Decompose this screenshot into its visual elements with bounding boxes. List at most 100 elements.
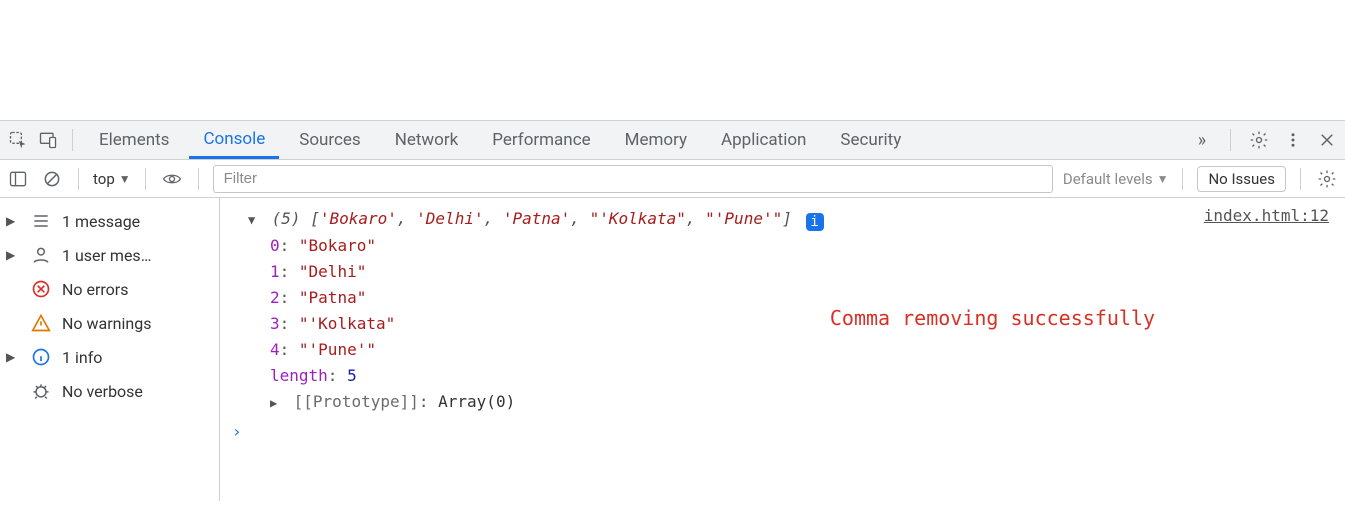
summary-item-4: "'Pune'" xyxy=(705,209,782,228)
separator xyxy=(72,129,73,151)
tab-label: Console xyxy=(203,129,265,149)
sidebar-user-messages[interactable]: ▶ 1 user mes… xyxy=(0,238,219,272)
sidebar-errors[interactable]: No errors xyxy=(0,272,219,306)
issues-label: No Issues xyxy=(1208,170,1275,188)
tab-sources[interactable]: Sources xyxy=(285,121,374,159)
inspect-element-icon[interactable] xyxy=(6,128,30,152)
warning-icon xyxy=(30,312,52,334)
tab-memory[interactable]: Memory xyxy=(611,121,701,159)
log-array-summary[interactable]: ▼ (5) ['Bokaro', 'Delhi', 'Patna', "'Kol… xyxy=(226,206,1333,233)
colon: : xyxy=(280,288,299,307)
more-tabs-icon[interactable]: » xyxy=(1190,128,1214,152)
sidebar-info[interactable]: ▶ 1 info xyxy=(0,340,219,374)
live-expression-eye-icon[interactable] xyxy=(160,167,184,191)
filter-wrap xyxy=(213,165,1053,193)
chevron-down-icon: ▼ xyxy=(119,172,131,186)
expand-arrow-icon: ▶ xyxy=(6,350,20,364)
console-output: index.html:12 Comma removing successfull… xyxy=(220,198,1345,501)
colon: : xyxy=(280,236,299,255)
execution-context-select[interactable]: top ▼ xyxy=(93,170,131,188)
console-toolbar: top ▼ Default levels ▼ No Issues xyxy=(0,160,1345,198)
tab-label: Application xyxy=(721,130,806,150)
devtools-body: ▶ 1 message ▶ 1 user mes… xyxy=(0,198,1345,501)
tab-label: Sources xyxy=(299,130,360,150)
tab-label: Memory xyxy=(625,130,687,150)
levels-label: Default levels xyxy=(1063,170,1153,188)
context-value: top xyxy=(93,170,115,188)
entry-value: "'Pune'" xyxy=(299,340,376,359)
console-prompt[interactable]: › xyxy=(226,416,1333,441)
array-entry[interactable]: 4: "'Pune'" xyxy=(226,337,1333,363)
comma: , xyxy=(686,209,705,228)
console-sidebar: ▶ 1 message ▶ 1 user mes… xyxy=(0,198,220,501)
array-entry[interactable]: 0: "Bokaro" xyxy=(226,233,1333,259)
tab-application[interactable]: Application xyxy=(707,121,820,159)
sidebar-verbose[interactable]: No verbose xyxy=(0,374,219,408)
array-length-row[interactable]: length: 5 xyxy=(226,363,1333,389)
close-devtools-icon[interactable] xyxy=(1315,128,1339,152)
console-settings-gear-icon[interactable] xyxy=(1315,167,1339,191)
issues-chip[interactable]: No Issues xyxy=(1197,166,1286,192)
tab-performance[interactable]: Performance xyxy=(478,121,604,159)
comma: , xyxy=(570,209,589,228)
colon: : xyxy=(280,340,299,359)
array-prototype-row[interactable]: ▶ [[Prototype]]: Array(0) xyxy=(226,389,1333,416)
tab-label: Elements xyxy=(99,130,169,150)
tab-security[interactable]: Security xyxy=(826,121,915,159)
tab-label: Network xyxy=(395,130,459,150)
separator xyxy=(198,168,199,190)
entry-index: 2 xyxy=(270,288,280,307)
separator xyxy=(1182,168,1183,190)
info-badge-icon[interactable]: i xyxy=(806,213,824,231)
sidebar-messages-label: 1 message xyxy=(62,212,140,231)
bracket-close: ] xyxy=(782,209,792,228)
comma: , xyxy=(484,209,503,228)
colon: : xyxy=(328,366,347,385)
page-whitespace xyxy=(0,0,1345,120)
sidebar-messages[interactable]: ▶ 1 message xyxy=(0,204,219,238)
entry-value: "Patna" xyxy=(299,288,366,307)
tab-label: Performance xyxy=(492,130,590,150)
console-filter-input[interactable] xyxy=(213,165,1053,193)
annotation-text: Comma removing successfully xyxy=(830,306,1155,330)
entry-index: 1 xyxy=(270,262,280,281)
length-key: length xyxy=(270,366,328,385)
chevron-down-icon: ▼ xyxy=(1157,172,1169,186)
sidebar-warnings-label: No warnings xyxy=(62,314,151,333)
caret-right-icon: ▶ xyxy=(270,390,284,416)
sidebar-warnings[interactable]: No warnings xyxy=(0,306,219,340)
log-level-select[interactable]: Default levels ▼ xyxy=(1063,170,1169,188)
clear-console-icon[interactable] xyxy=(40,167,64,191)
user-icon xyxy=(30,244,52,266)
sidebar-verbose-label: No verbose xyxy=(62,382,143,401)
array-entry[interactable]: 1: "Delhi" xyxy=(226,259,1333,285)
array-entry[interactable]: 2: "Patna" xyxy=(226,285,1333,311)
summary-item-2: 'Patna' xyxy=(503,209,570,228)
summary-item-3: "'Kolkata" xyxy=(590,209,686,228)
device-toolbar-icon[interactable] xyxy=(36,128,60,152)
length-value: 5 xyxy=(347,366,357,385)
array-entry[interactable]: 3: "'Kolkata" xyxy=(226,311,1333,337)
kebab-menu-icon[interactable] xyxy=(1281,128,1305,152)
source-link[interactable]: index.html:12 xyxy=(1204,206,1329,225)
comma: , xyxy=(397,209,416,228)
entry-index: 0 xyxy=(270,236,280,255)
tab-elements[interactable]: Elements xyxy=(85,121,183,159)
settings-gear-icon[interactable] xyxy=(1247,128,1271,152)
separator xyxy=(1300,168,1301,190)
entry-value: "Delhi" xyxy=(299,262,366,281)
messages-list-icon xyxy=(30,210,52,232)
colon: : xyxy=(280,262,299,281)
tab-network[interactable]: Network xyxy=(381,121,473,159)
sidebar-info-label: 1 info xyxy=(62,348,102,367)
summary-item-1: 'Delhi' xyxy=(416,209,483,228)
tab-console[interactable]: Console xyxy=(189,121,279,159)
tab-label: Security xyxy=(840,130,901,150)
separator xyxy=(78,168,79,190)
sidebar-toggle-icon[interactable] xyxy=(6,167,30,191)
prototype-key: [[Prototype]] xyxy=(294,392,419,411)
colon: : xyxy=(419,392,438,411)
entry-value: "'Kolkata" xyxy=(299,314,395,333)
summary-item-0: 'Bokaro' xyxy=(320,209,397,228)
bug-icon xyxy=(30,380,52,402)
